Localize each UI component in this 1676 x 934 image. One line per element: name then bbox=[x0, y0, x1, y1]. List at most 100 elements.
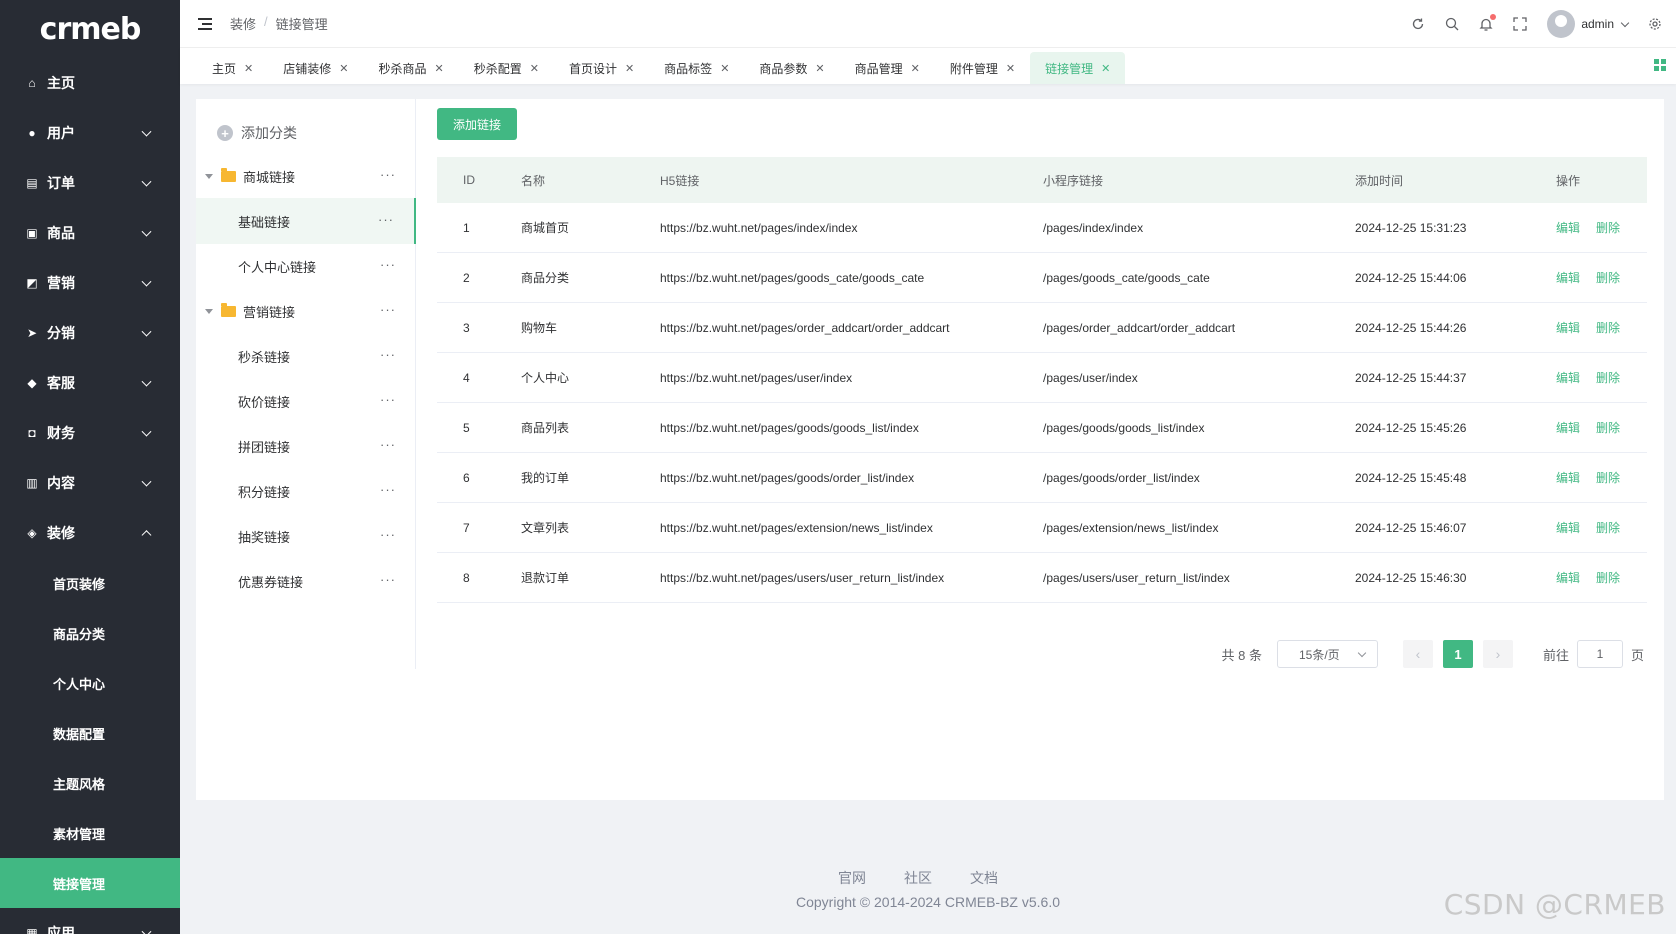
sidebar-item-4[interactable]: ◩ 营销 bbox=[0, 258, 180, 308]
more-icon[interactable]: ··· bbox=[380, 167, 396, 182]
tree-folder[interactable]: 商城链接 ··· bbox=[196, 153, 416, 199]
user-menu[interactable]: admin bbox=[1547, 10, 1630, 38]
grid-icon[interactable] bbox=[1654, 59, 1666, 71]
delete-button[interactable]: 删除 bbox=[1596, 419, 1620, 436]
more-icon[interactable]: ··· bbox=[380, 257, 396, 272]
tab-item[interactable]: 商品标签 ✕ bbox=[649, 52, 744, 84]
tree-item[interactable]: 积分链接 ··· bbox=[196, 468, 416, 514]
sidebar-subitem-4[interactable]: 主题风格 bbox=[0, 758, 180, 808]
fullscreen-icon[interactable] bbox=[1513, 17, 1527, 31]
sidebar-item-2[interactable]: ▤ 订单 bbox=[0, 158, 180, 208]
close-icon[interactable]: ✕ bbox=[625, 62, 634, 75]
close-icon[interactable]: ✕ bbox=[911, 62, 920, 75]
sidebar-subitem-5[interactable]: 素材管理 bbox=[0, 808, 180, 858]
sidebar-subitem-0[interactable]: 首页装修 bbox=[0, 558, 180, 608]
more-icon[interactable]: ··· bbox=[380, 527, 396, 542]
close-icon[interactable]: ✕ bbox=[434, 62, 443, 75]
sidebar-item-apps[interactable]: ▦ 应用 bbox=[0, 908, 180, 934]
prev-page-button[interactable]: ‹ bbox=[1402, 640, 1433, 668]
sidebar-item-0[interactable]: ⌂ 主页 bbox=[0, 58, 180, 108]
tree-folder[interactable]: 营销链接 ··· bbox=[196, 288, 416, 334]
sidebar-item-3[interactable]: ▣ 商品 bbox=[0, 208, 180, 258]
delete-button[interactable]: 删除 bbox=[1596, 319, 1620, 336]
edit-button[interactable]: 编辑 bbox=[1556, 569, 1580, 586]
tab-item[interactable]: 秒杀商品 ✕ bbox=[363, 52, 458, 84]
sidebar-subitem-2[interactable]: 个人中心 bbox=[0, 658, 180, 708]
delete-button[interactable]: 删除 bbox=[1596, 369, 1620, 386]
delete-button[interactable]: 删除 bbox=[1596, 219, 1620, 236]
edit-button[interactable]: 编辑 bbox=[1556, 419, 1580, 436]
chevron-down-icon bbox=[1620, 18, 1630, 27]
cell-id: 7 bbox=[463, 520, 470, 535]
sidebar-item-5[interactable]: ➤ 分销 bbox=[0, 308, 180, 358]
sidebar-item-9[interactable]: ◈ 装修 bbox=[0, 508, 180, 558]
sidebar-item-6[interactable]: ◆ 客服 bbox=[0, 358, 180, 408]
more-icon[interactable]: ··· bbox=[380, 437, 396, 452]
tab-item[interactable]: 主页 ✕ bbox=[197, 52, 268, 84]
tree-item[interactable]: 抽奖链接 ··· bbox=[196, 513, 416, 559]
close-icon[interactable]: ✕ bbox=[244, 62, 253, 75]
delete-button[interactable]: 删除 bbox=[1596, 519, 1620, 536]
caret-down-icon[interactable] bbox=[205, 173, 213, 179]
sidebar-subitem-3[interactable]: 数据配置 bbox=[0, 708, 180, 758]
product-icon: ▣ bbox=[26, 226, 38, 240]
page-size-select[interactable]: 15条/页 bbox=[1276, 640, 1378, 668]
bell-icon[interactable] bbox=[1479, 14, 1497, 31]
tab-item[interactable]: 附件管理 ✕ bbox=[935, 52, 1030, 84]
sidebar-item-7[interactable]: ◘ 财务 bbox=[0, 408, 180, 458]
tree-item[interactable]: 秒杀链接 ··· bbox=[196, 333, 416, 379]
caret-down-icon[interactable] bbox=[205, 308, 213, 314]
tab-item[interactable]: 商品管理 ✕ bbox=[840, 52, 935, 84]
more-icon[interactable]: ··· bbox=[380, 302, 396, 317]
footer-link-docs[interactable]: 文档 bbox=[970, 868, 998, 888]
delete-button[interactable]: 删除 bbox=[1596, 469, 1620, 486]
delete-button[interactable]: 删除 bbox=[1596, 269, 1620, 286]
edit-button[interactable]: 编辑 bbox=[1556, 519, 1580, 536]
footer-link-website[interactable]: 官网 bbox=[838, 868, 866, 888]
tree-item[interactable]: 优惠券链接 ··· bbox=[196, 558, 416, 604]
search-icon[interactable] bbox=[1445, 17, 1459, 31]
edit-button[interactable]: 编辑 bbox=[1556, 219, 1580, 236]
sidebar-subitem-1[interactable]: 商品分类 bbox=[0, 608, 180, 658]
close-icon[interactable]: ✕ bbox=[339, 62, 348, 75]
settings-icon[interactable] bbox=[1648, 17, 1662, 31]
menu-toggle-icon[interactable] bbox=[198, 17, 212, 30]
delete-button[interactable]: 删除 bbox=[1596, 569, 1620, 586]
edit-button[interactable]: 编辑 bbox=[1556, 369, 1580, 386]
sidebar-item-8[interactable]: ▥ 内容 bbox=[0, 458, 180, 508]
add-link-button[interactable]: 添加链接 bbox=[437, 108, 517, 140]
add-category-button[interactable]: + 添加分类 bbox=[217, 123, 297, 143]
close-icon[interactable]: ✕ bbox=[815, 62, 824, 75]
tab-item[interactable]: 链接管理 ✕ bbox=[1030, 52, 1126, 84]
close-icon[interactable]: ✕ bbox=[1101, 62, 1110, 75]
edit-button[interactable]: 编辑 bbox=[1556, 319, 1580, 336]
page-number-current[interactable]: 1 bbox=[1442, 640, 1473, 668]
logo[interactable]: crmeb bbox=[0, 0, 180, 58]
more-icon[interactable]: ··· bbox=[380, 347, 396, 362]
close-icon[interactable]: ✕ bbox=[530, 62, 539, 75]
close-icon[interactable]: ✕ bbox=[720, 62, 729, 75]
tab-item[interactable]: 首页设计 ✕ bbox=[554, 52, 649, 84]
more-icon[interactable]: ··· bbox=[380, 392, 396, 407]
breadcrumb-item[interactable]: 装修 bbox=[230, 14, 256, 33]
edit-button[interactable]: 编辑 bbox=[1556, 469, 1580, 486]
next-page-button[interactable]: › bbox=[1482, 640, 1513, 668]
tree-item[interactable]: 个人中心链接 ··· bbox=[196, 243, 416, 289]
footer-link-community[interactable]: 社区 bbox=[904, 868, 932, 888]
sidebar-item-1[interactable]: ● 用户 bbox=[0, 108, 180, 158]
tree-item[interactable]: 砍价链接 ··· bbox=[196, 378, 416, 424]
edit-button[interactable]: 编辑 bbox=[1556, 269, 1580, 286]
tab-item[interactable]: 商品参数 ✕ bbox=[744, 52, 839, 84]
table-row: 8 退款订单 https://bz.wuht.net/pages/users/use… bbox=[437, 553, 1647, 603]
tab-item[interactable]: 店铺装修 ✕ bbox=[268, 52, 363, 84]
tab-item[interactable]: 秒杀配置 ✕ bbox=[459, 52, 554, 84]
more-icon[interactable]: ··· bbox=[378, 212, 394, 227]
more-icon[interactable]: ··· bbox=[380, 572, 396, 587]
more-icon[interactable]: ··· bbox=[380, 482, 396, 497]
tree-item[interactable]: 基础链接 ··· bbox=[196, 198, 416, 244]
close-icon[interactable]: ✕ bbox=[1006, 62, 1015, 75]
sidebar-subitem-6[interactable]: 链接管理 bbox=[0, 858, 180, 908]
tree-item[interactable]: 拼团链接 ··· bbox=[196, 423, 416, 469]
refresh-icon[interactable] bbox=[1411, 17, 1425, 31]
goto-page-input[interactable] bbox=[1576, 640, 1623, 668]
